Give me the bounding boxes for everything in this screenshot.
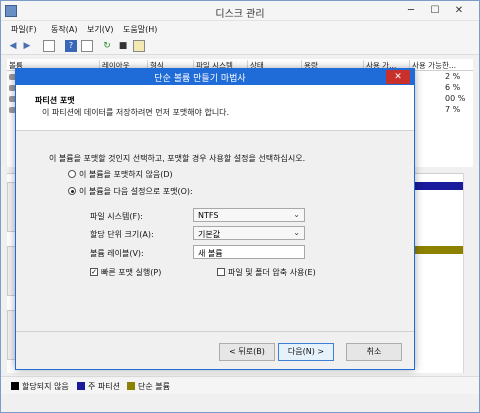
legend-simple-volume: 단순 볼륨 xyxy=(138,382,170,391)
format-label[interactable]: 이 볼륨을 다음 설정으로 포맷(O): xyxy=(79,186,193,197)
wizard-divider xyxy=(16,331,414,332)
primary-partition-swatch xyxy=(77,382,85,390)
compression-label[interactable]: 파일 및 폴더 압축 사용(E) xyxy=(228,267,316,278)
percent-free-value: 00 % xyxy=(445,94,466,103)
disk-map-scrollbar[interactable] xyxy=(463,173,473,373)
wizard-instruction: 이 볼륨을 포맷할 것인지 선택하고, 포맷할 경우 사용할 설정을 선택하십시… xyxy=(49,154,306,163)
wizard-header: 파티션 포맷 이 파티션에 데이터를 저장하려면 먼저 포맷해야 합니다. xyxy=(16,85,414,131)
settings-icon[interactable] xyxy=(133,40,145,52)
percent-free-value: 6 % xyxy=(445,83,461,92)
back-arrow-icon[interactable]: ◀ xyxy=(7,40,19,52)
format-radio[interactable] xyxy=(68,187,76,195)
allocation-unit-label: 할당 단위 크기(A): xyxy=(90,230,154,239)
volume-label-label: 볼륨 레이블(V): xyxy=(90,249,144,258)
simple-volume-bar[interactable] xyxy=(415,246,463,254)
properties-icon[interactable] xyxy=(81,40,93,52)
percent-free-value: 7 % xyxy=(445,105,461,114)
forward-arrow-icon[interactable]: ▶ xyxy=(21,40,33,52)
new-simple-volume-wizard: 단순 볼륨 만들기 마법사 ✕ 파티션 포맷 이 파티션에 데이터를 저장하려면… xyxy=(15,68,415,370)
wizard-page-title: 파티션 포맷 xyxy=(35,96,75,105)
wizard-page-subtitle: 이 파티션에 데이터를 저장하려면 먼저 포맷해야 합니다. xyxy=(42,108,230,117)
close-button[interactable]: ✕ xyxy=(449,4,469,18)
console-tree-icon[interactable] xyxy=(43,40,55,52)
file-system-value: NTFS xyxy=(198,211,219,220)
maximize-button[interactable]: ☐ xyxy=(425,4,445,18)
legend-unallocated: 할당되지 않음 xyxy=(22,382,69,391)
wizard-title-bar: 단순 볼륨 만들기 마법사 ✕ xyxy=(16,69,414,85)
help-icon[interactable]: ? xyxy=(65,40,77,52)
unallocated-swatch xyxy=(11,382,19,390)
menu-file[interactable]: 파일(F) xyxy=(11,24,37,35)
disk-icon[interactable]: ■ xyxy=(117,40,129,52)
chevron-down-icon: ⌄ xyxy=(293,210,300,219)
no-format-radio[interactable] xyxy=(68,170,76,178)
quick-format-checkbox[interactable]: ✓ xyxy=(90,268,98,276)
allocation-unit-select[interactable]: 기본값 ⌄ xyxy=(193,226,305,240)
menu-view[interactable]: 보기(V) xyxy=(87,24,113,35)
quick-format-label[interactable]: 빠른 포맷 실행(P) xyxy=(101,267,161,278)
wizard-title: 단순 볼륨 만들기 마법사 xyxy=(154,74,246,84)
compression-checkbox[interactable] xyxy=(217,268,225,276)
menu-bar: 파일(F) 동작(A) 보기(V) 도움말(H) xyxy=(1,21,479,37)
legend-primary-partition: 주 파티션 xyxy=(88,382,120,391)
percent-free-value: 2 % xyxy=(445,72,461,81)
back-button[interactable]: < 뒤로(B) xyxy=(219,343,275,361)
no-format-label[interactable]: 이 볼륨을 포맷하지 않음(D) xyxy=(79,169,173,180)
refresh-icon[interactable]: ↻ xyxy=(101,40,113,52)
next-button[interactable]: 다음(N) > xyxy=(278,343,334,361)
column-percent-free[interactable]: 사용 가능한... xyxy=(409,60,456,71)
title-bar: 디스크 관리 ─ ☐ ✕ xyxy=(1,1,479,21)
file-system-select[interactable]: NTFS ⌄ xyxy=(193,208,305,222)
simple-volume-swatch xyxy=(127,382,135,390)
chevron-down-icon: ⌄ xyxy=(293,228,300,237)
menu-help[interactable]: 도움말(H) xyxy=(123,24,157,35)
primary-partition-bar[interactable] xyxy=(415,182,463,190)
minimize-button[interactable]: ─ xyxy=(401,4,421,18)
menu-action[interactable]: 동작(A) xyxy=(51,24,77,35)
cancel-button[interactable]: 취소 xyxy=(346,343,402,361)
wizard-close-button[interactable]: ✕ xyxy=(386,70,410,84)
legend-bar: 할당되지 않음 주 파티션 단순 볼륨 xyxy=(1,376,479,394)
toolbar: ◀ ▶ ? ↻ ■ xyxy=(1,37,479,55)
allocation-unit-value: 기본값 xyxy=(198,230,221,239)
file-system-label: 파일 시스템(F): xyxy=(90,212,143,221)
volume-label-input[interactable]: 새 볼륨 xyxy=(193,245,305,259)
